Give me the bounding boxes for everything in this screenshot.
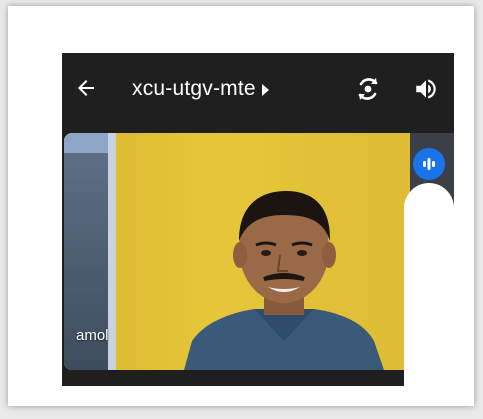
bottom-strip (62, 370, 404, 386)
switch-camera-icon (358, 78, 378, 100)
self-view-tile[interactable] (404, 183, 454, 386)
speaker-icon (416, 79, 436, 99)
arrow-left-icon (78, 80, 94, 96)
screenshot-frame: xcu-utgv-mte amol (8, 6, 474, 406)
participant-video-tile[interactable]: amol (64, 133, 452, 370)
meeting-info-button[interactable]: xcu-utgv-mte (132, 76, 269, 102)
meeting-code: xcu-utgv-mte (132, 77, 256, 100)
speaking-indicator (413, 148, 445, 180)
participant-name: amol (76, 327, 109, 344)
meet-app: xcu-utgv-mte amol (62, 53, 454, 386)
audio-output-button[interactable] (410, 73, 442, 105)
switch-camera-button[interactable] (352, 73, 384, 105)
back-button[interactable] (72, 73, 100, 103)
top-bar: xcu-utgv-mte (62, 53, 454, 127)
participant-video-image (184, 191, 384, 370)
video-window-edge (108, 133, 116, 370)
caret-right-icon (261, 84, 269, 96)
audio-level-icon (423, 158, 435, 170)
